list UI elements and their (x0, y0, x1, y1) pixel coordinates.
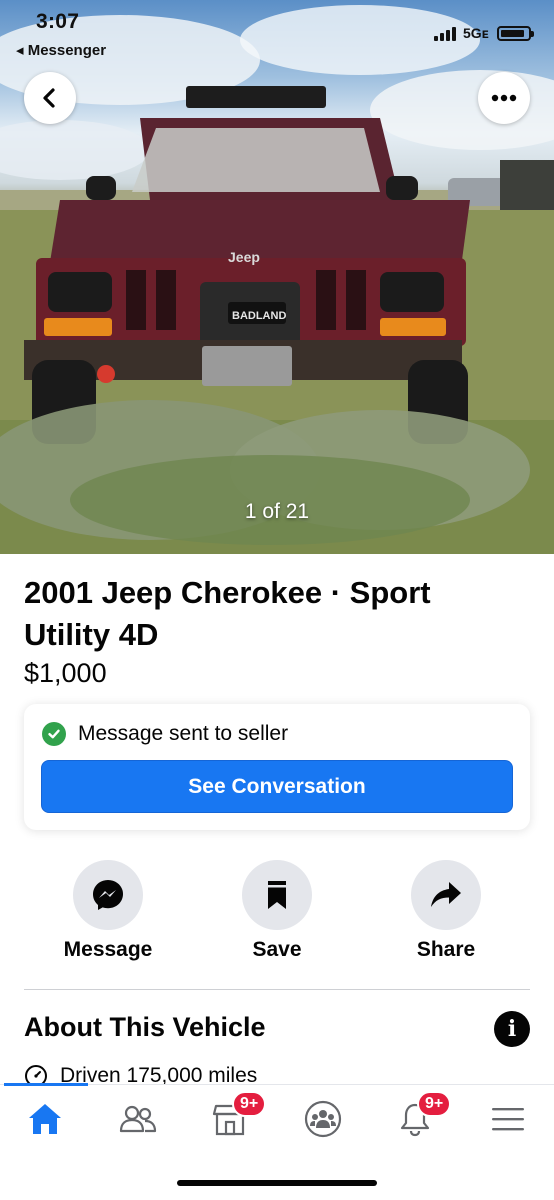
battery-icon (497, 26, 534, 41)
notifications-badge: 9+ (417, 1091, 452, 1117)
messenger-icon (73, 860, 143, 930)
save-action-button[interactable]: Save (202, 860, 352, 962)
message-action-label: Message (63, 938, 153, 961)
back-button[interactable] (24, 72, 76, 124)
section-divider (24, 989, 530, 990)
menu-icon (492, 1108, 524, 1131)
message-status-card: Message sent to seller See Conversation (24, 704, 530, 830)
listing-title: 2001 Jeep Cherokee · Sport Utility 4D (24, 575, 431, 652)
home-indicator[interactable] (177, 1180, 377, 1186)
photo-counter: 1 of 21 (244, 500, 310, 523)
check-circle-icon (42, 722, 66, 746)
about-vehicle-heading: About This Vehicle (24, 1012, 266, 1042)
status-time: 3:07 (36, 10, 80, 33)
see-conversation-button[interactable]: See Conversation (41, 760, 513, 813)
tab-notifications[interactable]: 9+ (385, 1091, 452, 1141)
groups-icon (304, 1100, 342, 1138)
back-to-messenger-link[interactable]: ◂ Messenger (16, 41, 106, 59)
cellular-signal-icon (434, 27, 456, 41)
svg-text:BADLAND: BADLAND (232, 310, 286, 322)
battery-level (501, 30, 524, 37)
action-row: Message Save Share (0, 860, 554, 970)
active-tab-indicator (4, 1083, 88, 1086)
network-type: 5Gᴇ (463, 25, 489, 41)
tab-menu[interactable] (478, 1097, 538, 1141)
more-dots-icon (491, 94, 517, 102)
jeep-photo-illustration: Jeep BADLAND (0, 5, 554, 554)
svg-text:Jeep: Jeep (228, 249, 260, 265)
marketplace-badge: 9+ (232, 1091, 267, 1117)
tab-groups[interactable] (293, 1097, 353, 1141)
info-icon[interactable]: i (494, 1011, 530, 1047)
more-options-button[interactable] (478, 72, 530, 124)
message-action-button[interactable]: Message (33, 860, 183, 962)
share-action-button[interactable]: Share (371, 860, 521, 962)
save-action-label: Save (252, 938, 302, 961)
listing-price: $1,000 (24, 658, 107, 688)
tab-marketplace[interactable]: 9+ (200, 1091, 267, 1141)
tab-home[interactable] (15, 1097, 75, 1141)
home-icon (29, 1104, 61, 1134)
chevron-left-icon (43, 88, 55, 108)
share-action-label: Share (416, 938, 476, 961)
friends-icon (119, 1105, 157, 1133)
status-bar: 3:07 ◂ Messenger 5Gᴇ (0, 0, 554, 64)
share-arrow-icon (411, 860, 481, 930)
message-sent-text: Message sent to seller (78, 722, 289, 745)
message-sent-row: Message sent to seller (42, 722, 288, 746)
listing-photo[interactable]: Jeep BADLAND 3:07 ◂ Messenger 5Gᴇ 1 of 2… (0, 0, 554, 554)
tab-friends[interactable] (108, 1097, 168, 1141)
bookmark-icon (242, 860, 312, 930)
